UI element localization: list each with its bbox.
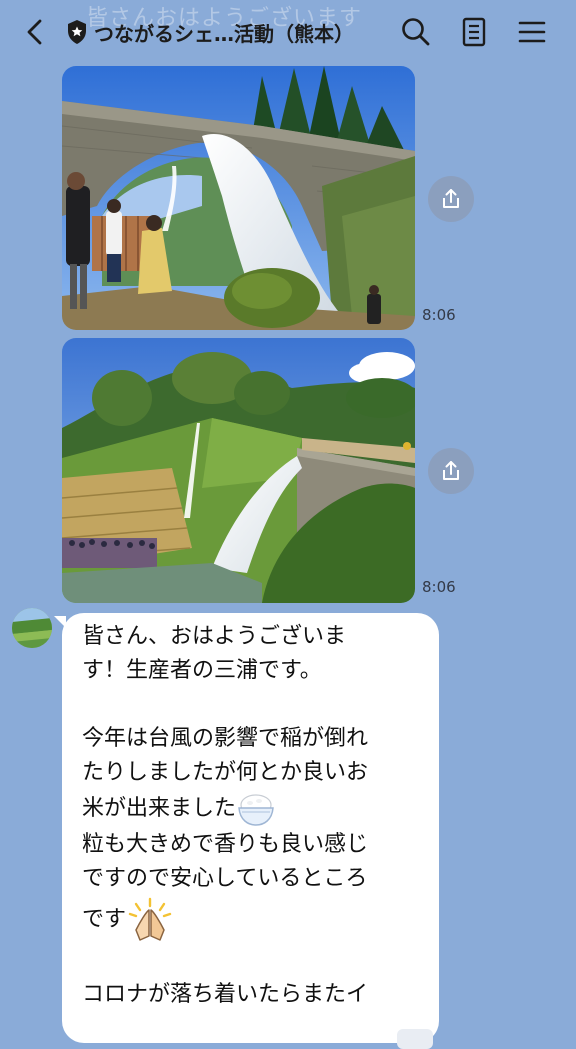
share-icon [443, 461, 459, 480]
chat-title: つながるシェ…活動（熊本） [94, 21, 354, 46]
menu-button[interactable] [514, 14, 550, 50]
aqueduct-terraces-photo [62, 338, 415, 603]
user-avatar-icon [12, 608, 52, 648]
back-button[interactable] [18, 14, 54, 50]
message-line: 米が出来ました [82, 796, 237, 821]
text-message-body: 皆さん、おはようございま す！生産者の三浦です。 今年は台風の影響で稲が倒れ た… [82, 620, 427, 1012]
search-button[interactable] [398, 14, 434, 50]
chat-header: 皆さんおはようございます つながるシェ…活動（熊本） [0, 0, 576, 64]
aqueduct-waterfall-photo [62, 66, 415, 330]
rice-bowl-emoji [238, 794, 274, 826]
share-button-2[interactable] [428, 448, 474, 494]
message-line: です [82, 907, 127, 932]
message-line: たりしましたが何とか良いお [82, 760, 369, 785]
shield-icon [68, 20, 86, 44]
share-icon [443, 189, 459, 208]
notes-icon [462, 17, 486, 47]
message-line: 皆さん、おはようございま [82, 624, 347, 649]
chat-title-area[interactable]: つながるシェ…活動（熊本） [66, 16, 354, 48]
search-icon [402, 18, 430, 46]
praying-hands-emoji [128, 897, 172, 941]
notes-button[interactable] [456, 14, 492, 50]
message-line: 粒も大きめで香りも良い感じ [82, 832, 369, 857]
message-line: コロナが落ち着いたらまたイ [82, 982, 369, 1007]
bubble-corner-tag [397, 1029, 433, 1049]
message-time-2: 8:06 [422, 578, 456, 596]
photo-message-1[interactable] [62, 66, 415, 330]
message-line: す！生産者の三浦です。 [82, 658, 322, 683]
message-line-with-emoji: です [82, 896, 427, 944]
message-line: ですので安心しているところ [82, 866, 368, 891]
message-time-1: 8:06 [422, 306, 456, 324]
share-button-1[interactable] [428, 176, 474, 222]
sender-avatar[interactable] [12, 608, 52, 648]
hamburger-menu-icon [518, 21, 546, 43]
photo-message-2[interactable] [62, 338, 415, 603]
chevron-left-icon [27, 19, 42, 45]
message-line: 今年は台風の影響で稲が倒れ [82, 726, 369, 751]
message-line-with-emoji: 米が出来ました [82, 790, 427, 828]
